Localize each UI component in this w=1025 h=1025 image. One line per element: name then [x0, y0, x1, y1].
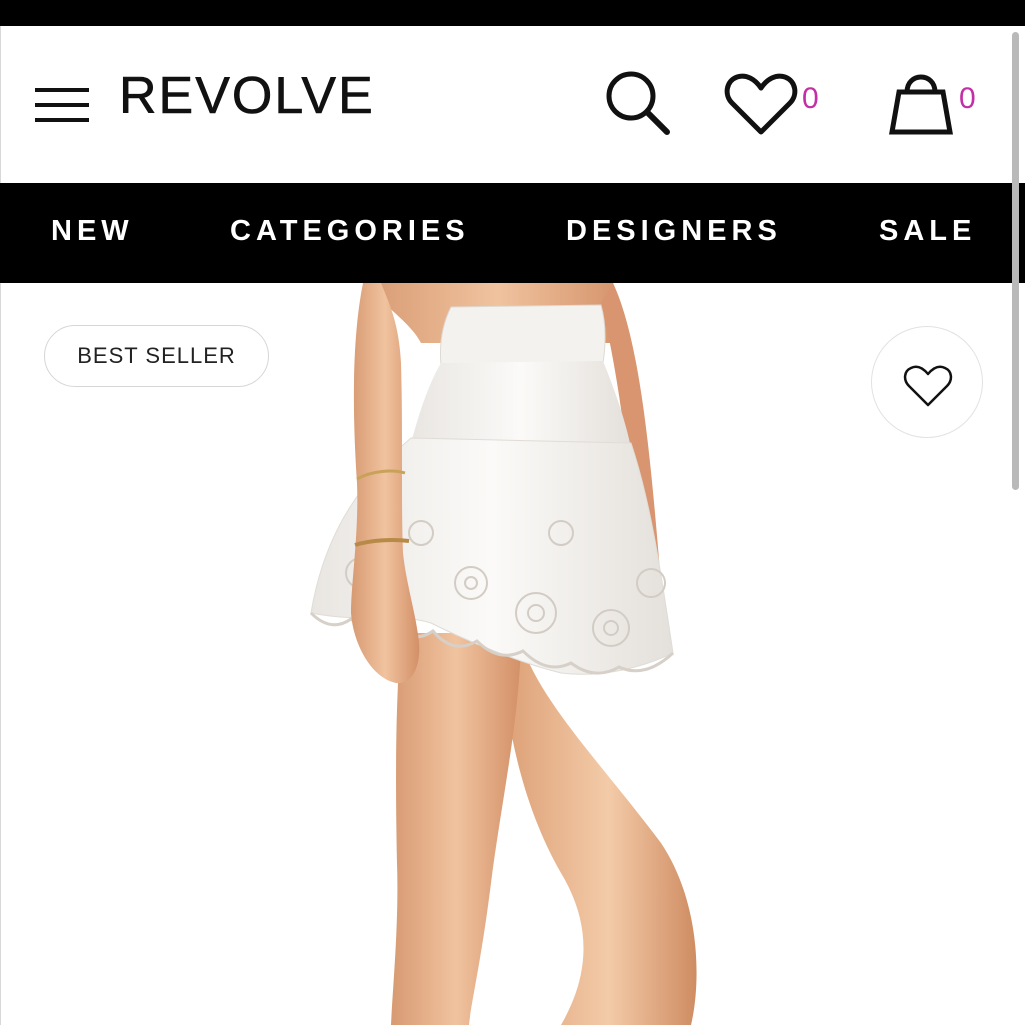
heart-outline-icon — [903, 365, 953, 407]
product-image-area: BEST SELLER — [0, 283, 1025, 1025]
hamburger-menu-icon — [35, 88, 89, 92]
brand-logo[interactable]: REVOLVE — [119, 70, 375, 123]
hamburger-menu-icon-middle — [35, 103, 89, 107]
search-icon — [606, 71, 670, 135]
best-seller-badge: BEST SELLER — [44, 325, 269, 387]
menu-button[interactable] — [35, 88, 91, 124]
bag-count: 0 — [959, 82, 976, 115]
nav-item-new[interactable]: NEW — [51, 217, 134, 246]
top-status-strip — [0, 0, 1025, 26]
site-header: REVOLVE 0 0 — [0, 26, 1025, 183]
page: REVOLVE 0 0 NEW CATEGORIES DESIGNERS SAL… — [0, 0, 1025, 1025]
shopping-bag-icon — [889, 74, 953, 135]
wishlist-count: 0 — [802, 82, 819, 115]
heart-icon — [724, 73, 798, 135]
hamburger-menu-icon-bottom — [35, 118, 89, 122]
shopping-bag-button[interactable] — [885, 68, 957, 142]
favorite-button[interactable] — [871, 326, 983, 438]
nav-item-sale[interactable]: SALE — [879, 217, 976, 246]
nav-item-designers[interactable]: DESIGNERS — [566, 217, 782, 246]
wishlist-button[interactable] — [723, 72, 799, 138]
nav-item-categories[interactable]: CATEGORIES — [230, 217, 470, 246]
main-navigation: NEW CATEGORIES DESIGNERS SALE — [0, 183, 1025, 283]
page-scrollbar[interactable] — [1012, 32, 1019, 490]
search-button[interactable] — [601, 68, 673, 138]
